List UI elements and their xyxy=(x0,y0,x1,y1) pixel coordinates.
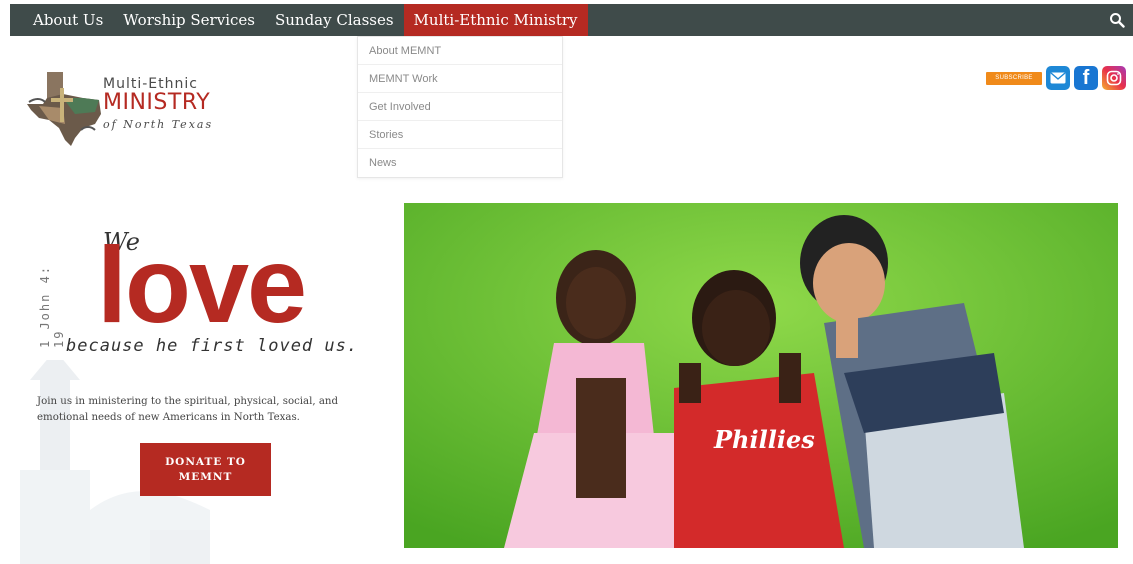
dropdown-item-about-memnt[interactable]: About MEMNT xyxy=(358,37,562,65)
svg-text:Phillies: Phillies xyxy=(713,425,815,454)
nav-about-us[interactable]: About Us xyxy=(10,4,113,36)
nav-multi-ethnic-ministry[interactable]: Multi-Ethnic Ministry xyxy=(403,4,588,36)
search-icon[interactable] xyxy=(1109,12,1125,28)
hero-photo-children: Phillies xyxy=(404,203,1118,548)
facebook-icon[interactable]: f xyxy=(1074,66,1098,90)
dropdown-item-get-involved[interactable]: Get Involved xyxy=(358,93,562,121)
subscribe-button[interactable]: SUBSCRIBE xyxy=(986,71,1042,85)
verse-love-headline: love xyxy=(97,224,307,345)
verse-reference: 1 John 4: 19 xyxy=(38,264,66,348)
mail-icon[interactable] xyxy=(1046,66,1070,90)
donate-button[interactable]: DONATE TO MEMNT xyxy=(140,443,271,496)
dropdown-item-memnt-work[interactable]: MEMNT Work xyxy=(358,65,562,93)
nav-worship-services[interactable]: Worship Services xyxy=(113,4,265,36)
intro-text: Join us in ministering to the spiritual,… xyxy=(37,396,339,423)
ministry-dropdown-menu: About MEMNT MEMNT Work Get Involved Stor… xyxy=(357,36,563,178)
logo-line-ministry: MINISTRY xyxy=(103,90,211,115)
social-links: SUBSCRIBE f xyxy=(986,66,1126,90)
dropdown-item-news[interactable]: News xyxy=(358,149,562,177)
site-logo[interactable]: Multi-Ethnic MINISTRY of North Texas xyxy=(25,68,225,148)
verse-because-line: because he first loved us. xyxy=(66,336,359,356)
instagram-icon[interactable] xyxy=(1102,66,1126,90)
logo-line-north-texas: of North Texas xyxy=(103,118,214,131)
top-navbar: About Us Worship Services Sunday Classes… xyxy=(10,4,1133,36)
texas-map-icon xyxy=(27,72,101,146)
nav-sunday-classes[interactable]: Sunday Classes xyxy=(265,4,404,36)
dropdown-item-stories[interactable]: Stories xyxy=(358,121,562,149)
